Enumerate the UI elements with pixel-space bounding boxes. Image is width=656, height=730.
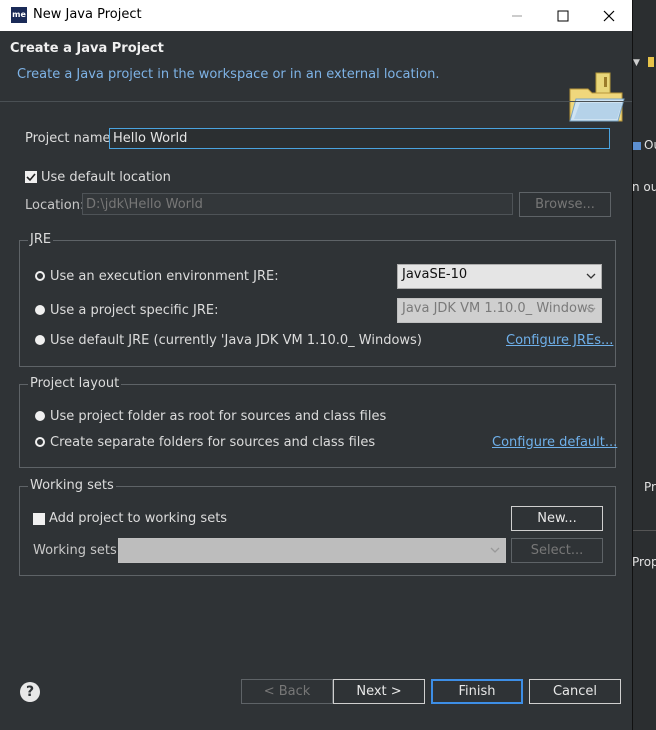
- chevron-down-icon: [490, 547, 500, 553]
- exec-env-select[interactable]: JavaSE-10: [397, 264, 602, 289]
- header-separator: [0, 101, 632, 102]
- working-sets-group-title: Working sets: [28, 478, 116, 493]
- maximize-icon: [557, 10, 569, 21]
- background-ide-strip: [632, 0, 656, 730]
- minimize-icon: [512, 15, 522, 16]
- window-title: New Java Project: [33, 7, 142, 22]
- project-root-label: Use project folder as root for sources a…: [50, 409, 387, 424]
- background-tab-label: Pr: [644, 480, 656, 494]
- default-jre-radio[interactable]: [35, 335, 45, 345]
- maximize-button[interactable]: [540, 0, 586, 31]
- wizard-header: Create a Java Project Create a Java proj…: [0, 31, 632, 122]
- working-sets-combo[interactable]: [118, 538, 506, 563]
- exec-env-select-value: JavaSE-10: [402, 267, 468, 282]
- location-label: Location:: [25, 198, 85, 213]
- select-working-sets-button[interactable]: Select...: [511, 538, 603, 563]
- location-input[interactable]: [82, 193, 513, 215]
- configure-jres-link[interactable]: Configure JREs...: [506, 333, 613, 348]
- finish-button[interactable]: Finish: [431, 679, 523, 704]
- chevron-down-icon: [586, 273, 596, 279]
- help-icon[interactable]: ?: [20, 682, 40, 702]
- jre-group-title: JRE: [28, 232, 54, 247]
- close-icon: [603, 10, 615, 21]
- add-to-working-sets-label: Add project to working sets: [49, 511, 228, 526]
- project-specific-jre-select[interactable]: Java JDK VM 1.10.0_ Windows: [397, 298, 602, 323]
- cancel-button[interactable]: Cancel: [529, 679, 621, 704]
- project-layout-group-title: Project layout: [28, 376, 122, 391]
- use-default-location-label: Use default location: [41, 170, 171, 185]
- dropdown-arrow-icon: ▼: [633, 58, 640, 68]
- separate-folders-radio[interactable]: [35, 437, 45, 447]
- exec-env-radio[interactable]: [35, 271, 45, 281]
- new-working-set-button[interactable]: New...: [511, 506, 603, 531]
- new-project-folder-icon: [569, 72, 625, 122]
- chevron-down-icon: [586, 307, 596, 313]
- project-name-label: Project name:: [25, 131, 115, 146]
- working-sets-label: Working sets:: [33, 543, 122, 558]
- add-to-working-sets-checkbox[interactable]: [33, 513, 45, 525]
- configure-default-link[interactable]: Configure default...: [492, 435, 617, 450]
- project-root-radio[interactable]: [35, 411, 45, 421]
- app-icon: me: [11, 7, 27, 23]
- project-layout-group: Project layout: [19, 376, 616, 468]
- background-text: n out: [632, 180, 656, 194]
- outline-icon: [633, 142, 641, 150]
- wizard-description: Create a Java project in the workspace o…: [17, 67, 440, 82]
- use-default-location-checkbox[interactable]: [25, 171, 37, 183]
- folder-icon: [648, 57, 654, 67]
- checkmark-icon: [26, 173, 36, 182]
- background-divider: [632, 530, 656, 531]
- project-specific-jre-radio[interactable]: [35, 305, 45, 315]
- browse-button[interactable]: Browse...: [519, 192, 611, 217]
- title-bar: me New Java Project: [0, 0, 632, 31]
- next-button[interactable]: Next >: [333, 679, 425, 704]
- close-button[interactable]: [586, 0, 632, 31]
- background-tab-label: Ou: [644, 138, 656, 152]
- default-jre-label: Use default JRE (currently 'Java JDK VM …: [50, 333, 422, 348]
- project-name-input[interactable]: [109, 128, 610, 149]
- separate-folders-label: Create separate folders for sources and …: [50, 435, 376, 450]
- back-button[interactable]: < Back: [241, 679, 333, 704]
- project-specific-jre-value: Java JDK VM 1.10.0_ Windows: [402, 301, 595, 316]
- exec-env-label: Use an execution environment JRE:: [50, 269, 279, 284]
- background-text: Prop: [632, 555, 656, 569]
- minimize-button[interactable]: [494, 0, 540, 31]
- wizard-title: Create a Java Project: [10, 41, 164, 56]
- project-specific-jre-label: Use a project specific JRE:: [50, 303, 219, 318]
- new-java-project-dialog: me New Java Project Create a Java Projec…: [0, 0, 632, 730]
